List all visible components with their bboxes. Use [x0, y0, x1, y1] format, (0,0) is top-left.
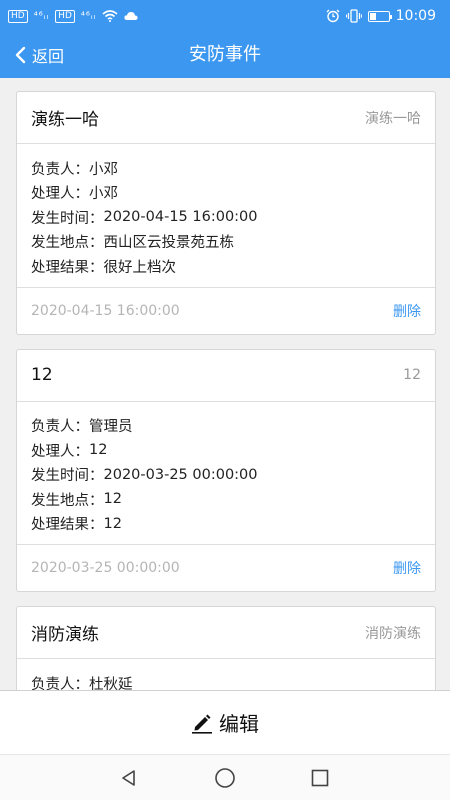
detail-value: 管理员 — [89, 419, 133, 436]
detail-value: 很好上档次 — [103, 259, 177, 276]
detail-label: 发生地点： — [31, 492, 104, 509]
battery-icon — [367, 10, 392, 22]
card-footer: 2020-04-15 16:00:00 删除 — [17, 288, 435, 334]
event-type: 消防演练 — [365, 625, 421, 642]
card-body: 负责人： 杜秋延 — [17, 659, 435, 690]
detail-value: 2020-03-25 00:00:00 — [103, 466, 258, 483]
detail-row: 负责人： 小邓 — [31, 156, 421, 181]
event-type: 12 — [403, 367, 421, 383]
status-right: 10:09 — [326, 8, 436, 24]
detail-label: 处理结果： — [31, 259, 104, 276]
pencil-icon — [192, 714, 212, 734]
event-type: 演练一哈 — [365, 110, 421, 127]
detail-label: 处理结果： — [31, 517, 104, 534]
detail-value: 2020-04-15 16:00:00 — [103, 209, 258, 226]
detail-value: 杜秋延 — [89, 676, 133, 690]
detail-value: 12 — [89, 442, 108, 459]
signal-icon: ⁴⁶ᵢₗ — [80, 10, 97, 22]
detail-value: 小邓 — [89, 186, 118, 203]
event-card[interactable]: 消防演练 消防演练 负责人： 杜秋延 — [16, 606, 436, 690]
status-bar: HD ⁴⁶ᵢₗ HD ⁴⁶ᵢₗ 10:09 — [0, 0, 450, 32]
card-header: 演练一哈 演练一哈 — [17, 92, 435, 144]
hd-badge: HD — [55, 9, 75, 23]
clock: 10:09 — [395, 8, 436, 24]
wifi-icon — [102, 10, 118, 22]
detail-row: 负责人： 管理员 — [31, 414, 421, 439]
delete-button[interactable]: 删除 — [393, 301, 421, 321]
event-card[interactable]: 演练一哈 演练一哈 负责人： 小邓 处理人： 小邓 发生时间： 2020-04-15 … — [16, 91, 436, 335]
signal-icon: ⁴⁶ᵢₗ — [33, 10, 50, 22]
alarm-icon — [326, 9, 340, 23]
detail-row: 发生地点： 西山区云投景苑五栋 — [31, 230, 421, 255]
detail-row: 发生时间： 2020-04-15 16:00:00 — [31, 205, 421, 230]
page-title: 安防事件 — [189, 44, 261, 65]
edit-label: 编辑 — [219, 712, 259, 736]
home-circle-icon[interactable] — [213, 766, 237, 790]
nav-bar: 返回 安防事件 — [0, 32, 450, 78]
cloud-icon — [124, 12, 138, 20]
event-title: 12 — [31, 365, 53, 385]
system-nav-bar — [0, 754, 450, 800]
back-button[interactable]: 返回 — [14, 32, 64, 78]
card-header: 消防演练 消防演练 — [17, 607, 435, 659]
edit-button[interactable]: 编辑 — [191, 708, 259, 737]
detail-row: 处理结果： 12 — [31, 512, 421, 537]
hd-badge: HD — [8, 9, 28, 23]
detail-row: 发生时间： 2020-03-25 00:00:00 — [31, 463, 421, 488]
status-left: HD ⁴⁶ᵢₗ HD ⁴⁶ᵢₗ — [8, 9, 138, 23]
vibrate-icon — [345, 9, 362, 23]
detail-label: 发生时间： — [31, 468, 104, 485]
detail-row: 负责人： 杜秋延 — [31, 671, 421, 690]
event-title: 演练一哈 — [31, 110, 99, 130]
detail-label: 发生地点： — [31, 235, 104, 252]
detail-label: 处理人： — [31, 443, 89, 460]
event-date: 2020-03-25 00:00:00 — [31, 560, 180, 576]
card-body: 负责人： 管理员 处理人： 12 发生时间： 2020-03-25 00:00:00 … — [17, 402, 435, 545]
detail-row: 处理人： 12 — [31, 438, 421, 463]
detail-row: 发生地点： 12 — [31, 487, 421, 512]
card-header: 12 12 — [17, 350, 435, 402]
detail-value: 12 — [103, 515, 122, 532]
detail-value: 12 — [103, 491, 122, 508]
detail-label: 负责人： — [31, 676, 89, 690]
event-list[interactable]: 演练一哈 演练一哈 负责人： 小邓 处理人： 小邓 发生时间： 2020-04-15 … — [0, 78, 450, 690]
detail-row: 处理结果： 很好上档次 — [31, 254, 421, 279]
recents-square-icon[interactable] — [308, 766, 332, 790]
detail-value: 小邓 — [89, 161, 118, 178]
detail-row: 处理人： 小邓 — [31, 181, 421, 206]
detail-label: 发生时间： — [31, 210, 104, 227]
card-footer: 2020-03-25 00:00:00 删除 — [17, 545, 435, 591]
delete-button[interactable]: 删除 — [393, 558, 421, 578]
detail-label: 负责人： — [31, 161, 89, 178]
chevron-left-icon — [15, 46, 26, 64]
event-card[interactable]: 12 12 负责人： 管理员 处理人： 12 发生时间： 2020-03-25 00:… — [16, 348, 436, 592]
edit-bar: 编辑 — [0, 690, 450, 754]
detail-label: 处理人： — [31, 186, 89, 203]
back-label: 返回 — [32, 47, 65, 66]
event-title: 消防演练 — [31, 625, 99, 645]
detail-value: 西山区云投景苑五栋 — [103, 235, 235, 252]
card-body: 负责人： 小邓 处理人： 小邓 发生时间： 2020-04-15 16:00:00 发… — [17, 144, 435, 288]
back-triangle-icon[interactable] — [117, 766, 141, 790]
event-date: 2020-04-15 16:00:00 — [31, 302, 180, 319]
detail-label: 负责人： — [31, 419, 89, 436]
